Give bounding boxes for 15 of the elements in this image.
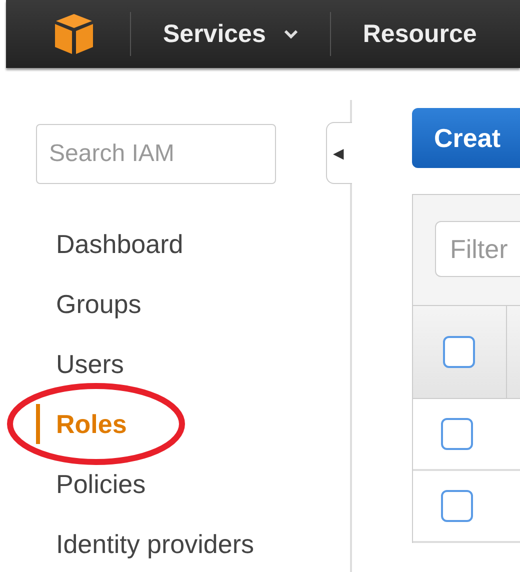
search-field[interactable]: Search IAM xyxy=(36,124,276,184)
nav-menu-item[interactable]: Resource xyxy=(330,20,509,48)
nav-menu-item[interactable]: Services xyxy=(131,20,330,48)
filter-field[interactable]: Filter xyxy=(435,221,520,277)
sidebar-item[interactable]: Dashboard xyxy=(36,224,184,284)
checkbox[interactable] xyxy=(441,490,473,522)
checkbox[interactable] xyxy=(443,336,475,368)
sidebar-item[interactable]: Groups xyxy=(36,284,142,344)
collapse-tab[interactable]: ◀ xyxy=(326,122,352,184)
checkbox[interactable] xyxy=(441,418,473,450)
sidebar-item[interactable]: Identity providers xyxy=(36,524,254,572)
sidebar-item[interactable]: Users xyxy=(36,344,124,404)
cube-logo-icon[interactable] xyxy=(52,12,96,56)
create-button[interactable]: Creat xyxy=(412,108,520,168)
sidebar-item[interactable]: Policies xyxy=(36,464,146,524)
